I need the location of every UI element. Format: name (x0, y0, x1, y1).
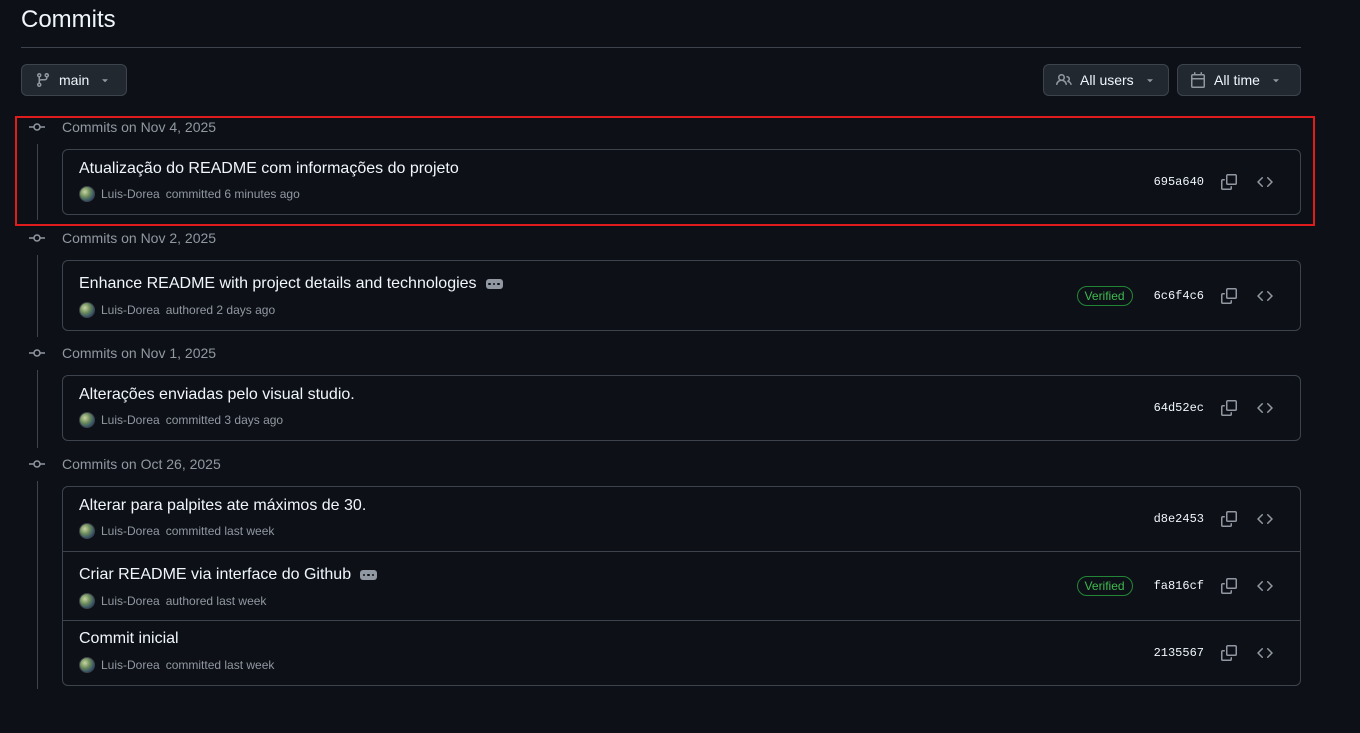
expand-description-button[interactable] (485, 279, 503, 289)
commit-time: committed last week (165, 658, 275, 672)
timeline-line (37, 370, 38, 448)
copy-icon[interactable] (1219, 286, 1239, 306)
branch-selector-button[interactable]: main (21, 64, 127, 96)
commit-row: Alterar para palpites ate máximos de 30.… (63, 487, 1300, 552)
copy-icon[interactable] (1219, 172, 1239, 192)
group-date: Commits on Nov 4, 2025 (62, 119, 217, 135)
git-commit-icon (28, 345, 46, 361)
time-filter-label: All time (1214, 72, 1260, 88)
commit-list: Alterar para palpites ate máximos de 30.… (62, 486, 1301, 686)
browse-code-icon[interactable] (1255, 398, 1275, 418)
title-divider (21, 47, 1301, 48)
commit-list: Alterações enviadas pelo visual studio. … (62, 375, 1301, 441)
group-date: Commits on Oct 26, 2025 (62, 456, 221, 472)
chevron-down-icon (99, 74, 111, 86)
commit-group-heading: Commits on Nov 1, 2025 (28, 343, 216, 363)
browse-code-icon[interactable] (1255, 576, 1275, 596)
commit-author-link[interactable]: Luis-Dorea (101, 594, 160, 608)
commit-row: Alterações enviadas pelo visual studio. … (63, 376, 1300, 440)
users-filter-button[interactable]: All users (1043, 64, 1169, 96)
group-date: Commits on Nov 1, 2025 (62, 345, 217, 361)
commit-author-link[interactable]: Luis-Dorea (101, 658, 160, 672)
copy-icon[interactable] (1219, 509, 1239, 529)
commit-sha-link[interactable]: 6c6f4c6 (1154, 289, 1204, 303)
commit-sha-link[interactable]: fa816cf (1154, 579, 1204, 593)
commit-time: committed 6 minutes ago (165, 187, 300, 201)
avatar[interactable] (79, 186, 95, 202)
branch-label: main (59, 72, 90, 88)
commit-sha-link[interactable]: 2135567 (1154, 646, 1204, 660)
commit-sha-link[interactable]: 695a640 (1154, 175, 1204, 189)
copy-icon[interactable] (1219, 398, 1239, 418)
avatar[interactable] (79, 523, 95, 539)
git-commit-icon (28, 456, 46, 472)
users-filter-label: All users (1080, 72, 1134, 88)
browse-code-icon[interactable] (1255, 172, 1275, 192)
commits-page: Commits main All users All time Commits … (0, 0, 1360, 733)
expand-description-button[interactable] (360, 570, 378, 580)
timeline-line (37, 481, 38, 689)
chevron-down-icon (1144, 74, 1156, 86)
git-branch-icon (35, 72, 51, 88)
avatar[interactable] (79, 412, 95, 428)
commit-group-heading: Commits on Oct 26, 2025 (28, 454, 221, 474)
commit-author-link[interactable]: Luis-Dorea (101, 303, 160, 317)
browse-code-icon[interactable] (1255, 509, 1275, 529)
verified-badge[interactable]: Verified (1076, 576, 1133, 596)
commit-group-heading: Commits on Nov 2, 2025 (28, 228, 216, 248)
commit-time: authored 2 days ago (165, 303, 276, 317)
verified-badge[interactable]: Verified (1076, 285, 1133, 306)
commit-row: Criar README via interface do Github Lui… (63, 552, 1300, 621)
browse-code-icon[interactable] (1255, 643, 1275, 663)
commit-row: Enhance README with project details and … (63, 261, 1300, 330)
people-icon (1056, 72, 1072, 88)
git-commit-icon (28, 119, 46, 135)
commit-author-link[interactable]: Luis-Dorea (101, 187, 160, 201)
commit-row: Commit inicial Luis-Dorea committed last… (63, 621, 1300, 685)
group-date: Commits on Nov 2, 2025 (62, 230, 217, 246)
commit-group-heading: Commits on Nov 4, 2025 (28, 117, 216, 137)
commit-list: Atualização do README com informações do… (62, 149, 1301, 215)
copy-icon[interactable] (1219, 643, 1239, 663)
commit-time: committed 3 days ago (165, 413, 284, 427)
commit-sha-link[interactable]: 64d52ec (1154, 401, 1204, 415)
browse-code-icon[interactable] (1255, 286, 1275, 306)
commit-time: committed last week (165, 524, 275, 538)
commit-message-link[interactable]: Commit inicial (79, 630, 179, 648)
avatar[interactable] (79, 657, 95, 673)
git-commit-icon (28, 230, 46, 246)
timeline-line (37, 144, 38, 220)
avatar[interactable] (79, 302, 95, 318)
page-title: Commits (21, 6, 116, 33)
copy-icon[interactable] (1219, 576, 1239, 596)
commit-sha-link[interactable]: d8e2453 (1154, 512, 1204, 526)
commit-message-link[interactable]: Criar README via interface do Github (79, 566, 351, 584)
commit-message-link[interactable]: Alterações enviadas pelo visual studio. (79, 386, 355, 404)
commit-author-link[interactable]: Luis-Dorea (101, 413, 160, 427)
timeline-line (37, 255, 38, 337)
commit-message-link[interactable]: Atualização do README com informações do… (79, 160, 459, 178)
time-filter-button[interactable]: All time (1177, 64, 1301, 96)
commit-row: Atualização do README com informações do… (63, 150, 1300, 214)
calendar-icon (1190, 72, 1206, 88)
commit-author-link[interactable]: Luis-Dorea (101, 524, 160, 538)
commit-message-link[interactable]: Enhance README with project details and … (79, 275, 477, 293)
commit-list: Enhance README with project details and … (62, 260, 1301, 331)
commit-time: authored last week (165, 594, 267, 608)
chevron-down-icon (1270, 74, 1282, 86)
commit-message-link[interactable]: Alterar para palpites ate máximos de 30. (79, 497, 366, 515)
avatar[interactable] (79, 593, 95, 609)
